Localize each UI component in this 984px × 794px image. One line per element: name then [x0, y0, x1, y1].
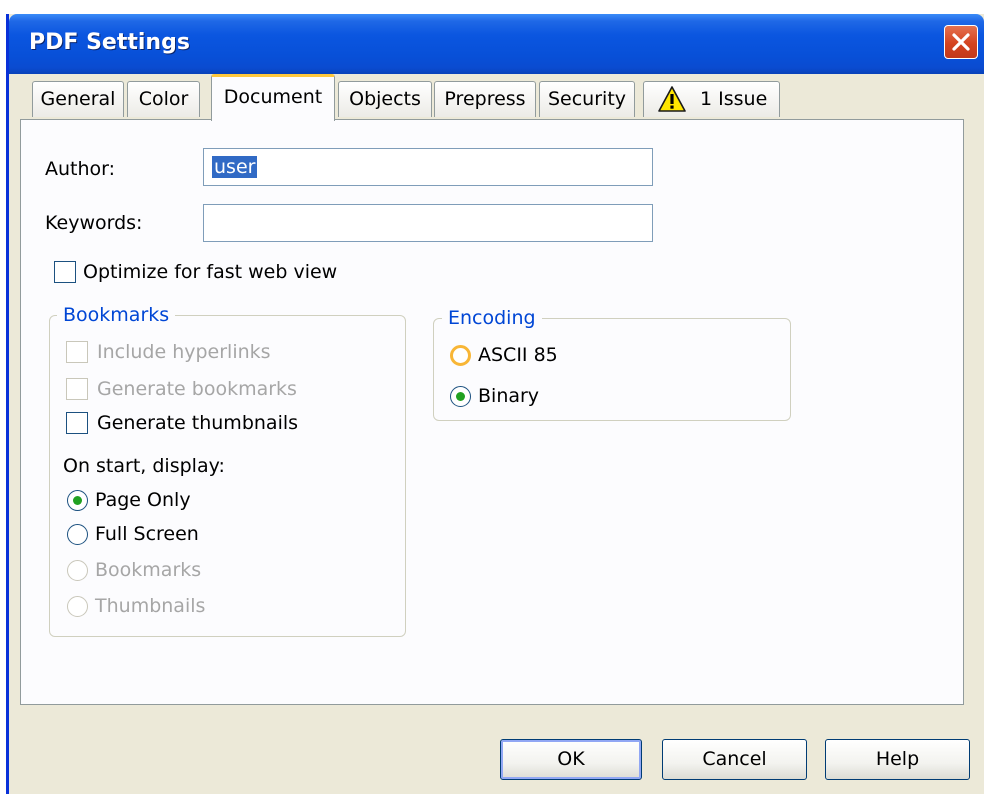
- window-title: PDF Settings: [29, 30, 190, 55]
- tab-security[interactable]: Security: [539, 81, 635, 117]
- include-hyperlinks-checkbox: [66, 341, 88, 363]
- tab-label: Color: [138, 88, 189, 110]
- author-field[interactable]: user: [203, 148, 653, 186]
- cancel-button[interactable]: Cancel: [662, 739, 807, 780]
- generate-thumbnails-checkbox[interactable]: [66, 412, 88, 434]
- optimize-web-label: Optimize for fast web view: [83, 261, 338, 283]
- encoding-legend: Encoding: [442, 307, 542, 329]
- tab-label: Document: [223, 86, 323, 108]
- on-start-label: On start, display:: [63, 455, 225, 477]
- keywords-label: Keywords:: [45, 212, 143, 234]
- bookmarks-radio-label: Bookmarks: [95, 559, 202, 581]
- page-only-label: Page Only: [95, 489, 191, 511]
- warning-icon: [658, 86, 686, 112]
- include-hyperlinks-label: Include hyperlinks: [97, 341, 271, 363]
- help-button[interactable]: Help: [825, 739, 970, 780]
- author-label: Author:: [45, 158, 116, 180]
- keywords-field[interactable]: [203, 204, 668, 242]
- author-value: user: [212, 156, 258, 178]
- page-only-radio[interactable]: [67, 490, 88, 511]
- tab-general[interactable]: General: [32, 81, 124, 117]
- ok-button[interactable]: OK: [500, 739, 642, 780]
- thumbnails-radio-label: Thumbnails: [95, 595, 206, 617]
- generate-bookmarks-label: Generate bookmarks: [97, 378, 297, 400]
- tab-issues[interactable]: 1 Issue: [643, 81, 780, 117]
- generate-bookmarks-checkbox: [66, 378, 88, 400]
- tab-label: General: [40, 88, 116, 110]
- thumbnails-radio: [67, 596, 88, 617]
- tab-objects[interactable]: Objects: [338, 81, 432, 117]
- tab-document[interactable]: Document: [211, 74, 335, 121]
- tab-label: 1 Issue: [700, 88, 768, 110]
- bookmarks-legend: Bookmarks: [57, 304, 176, 326]
- tab-label: Objects: [349, 88, 421, 110]
- ascii85-radio[interactable]: [450, 345, 471, 366]
- full-screen-label: Full Screen: [95, 523, 199, 545]
- close-icon: [952, 33, 970, 51]
- close-button[interactable]: [944, 25, 978, 59]
- tab-color[interactable]: Color: [127, 81, 200, 117]
- full-screen-radio[interactable]: [67, 524, 88, 545]
- bookmarks-radio: [67, 560, 88, 581]
- ascii85-label: ASCII 85: [478, 344, 558, 366]
- tab-label: Security: [547, 88, 627, 110]
- binary-label: Binary: [478, 385, 540, 407]
- tab-prepress[interactable]: Prepress: [434, 81, 536, 117]
- keywords-input[interactable]: [204, 205, 668, 241]
- binary-radio[interactable]: [450, 386, 471, 407]
- tab-label: Prepress: [444, 88, 526, 110]
- document-tab-panel: Author: user Keywords: Optimize for fast…: [20, 119, 964, 705]
- title-bar[interactable]: PDF Settings: [9, 14, 984, 74]
- optimize-web-checkbox[interactable]: [54, 261, 76, 283]
- generate-thumbnails-label: Generate thumbnails: [97, 412, 299, 434]
